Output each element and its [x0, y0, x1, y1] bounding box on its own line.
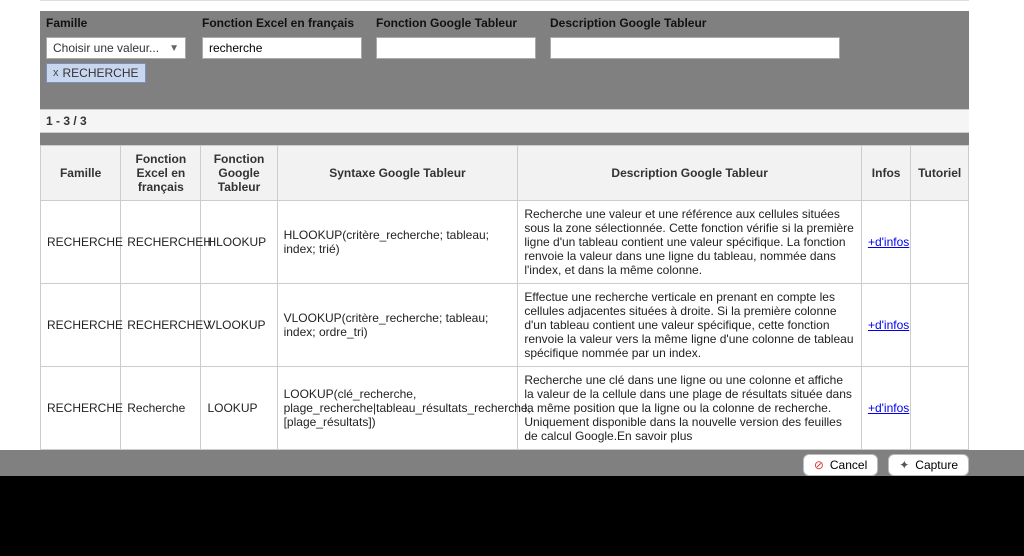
famille-select-value: Choisir une valeur...	[53, 41, 159, 55]
cancel-button[interactable]: ⊘ Cancel	[803, 454, 878, 476]
cell-syntax: LOOKUP(clé_recherche, plage_recherche|ta…	[277, 367, 518, 450]
cell-infos: +d'infos	[861, 284, 910, 367]
cell-syntax: HLOOKUP(critère_recherche; tableau; inde…	[277, 201, 518, 284]
th-tuto[interactable]: Tutoriel	[911, 146, 969, 201]
table-row: RECHERCHERechercheLOOKUPLOOKUP(clé_reche…	[41, 367, 969, 450]
th-desc[interactable]: Description Google Tableur	[518, 146, 862, 201]
cell-famille: RECHERCHE	[41, 367, 121, 450]
cell-google: HLOOKUP	[201, 201, 277, 284]
filter-panel: Famille Choisir une valeur... ▼ Fonction…	[40, 11, 969, 450]
th-google[interactable]: Fonction Google Tableur	[201, 146, 277, 201]
results-table: Famille Fonction Excel en français Fonct…	[40, 145, 969, 450]
filter-label-google: Fonction Google Tableur	[376, 13, 544, 33]
bolt-icon: ✦	[899, 458, 909, 472]
cell-famille: RECHERCHE	[41, 201, 121, 284]
table-row: RECHERCHERECHERCHEVVLOOKUPVLOOKUP(critèr…	[41, 284, 969, 367]
filter-chip-recherche[interactable]: x RECHERCHE	[46, 63, 146, 83]
table-header-row: Famille Fonction Excel en français Fonct…	[41, 146, 969, 201]
cell-google: LOOKUP	[201, 367, 277, 450]
filter-chip-label: RECHERCHE	[63, 66, 139, 80]
cell-desc: Recherche une valeur et une référence au…	[518, 201, 862, 284]
cell-tuto	[911, 284, 969, 367]
filter-label-excel: Fonction Excel en français	[202, 13, 370, 33]
cancel-icon: ⊘	[814, 458, 824, 472]
infos-link[interactable]: +d'infos	[868, 235, 909, 249]
close-icon: x	[53, 67, 59, 79]
th-syntax[interactable]: Syntaxe Google Tableur	[277, 146, 518, 201]
chevron-down-icon: ▼	[169, 43, 179, 54]
top-divider	[40, 0, 969, 1]
cell-desc: Effectue une recherche verticale en pren…	[518, 284, 862, 367]
filter-input-google[interactable]	[376, 37, 536, 59]
bottom-button-bar: ⊘ Cancel ✦ Capture	[0, 450, 1024, 476]
infos-link[interactable]: +d'infos	[868, 401, 909, 415]
cell-excel: RECHERCHEH	[121, 201, 201, 284]
th-famille[interactable]: Famille	[41, 146, 121, 201]
cell-excel: RECHERCHEV	[121, 284, 201, 367]
result-count-bar: 1 - 3 / 3	[40, 109, 969, 133]
cell-infos: +d'infos	[861, 201, 910, 284]
cell-desc: Recherche une clé dans une ligne ou une …	[518, 367, 862, 450]
filter-label-desc: Description Google Tableur	[550, 13, 850, 33]
footer-black-strip	[0, 476, 1024, 556]
filter-input-desc[interactable]	[550, 37, 840, 59]
cell-google: VLOOKUP	[201, 284, 277, 367]
filter-input-excel[interactable]	[202, 37, 362, 59]
th-excel[interactable]: Fonction Excel en français	[121, 146, 201, 201]
table-row: RECHERCHERECHERCHEHHLOOKUPHLOOKUP(critèr…	[41, 201, 969, 284]
cell-tuto	[911, 201, 969, 284]
infos-link[interactable]: +d'infos	[868, 318, 909, 332]
capture-button-label: Capture	[915, 458, 958, 472]
cell-tuto	[911, 367, 969, 450]
cancel-button-label: Cancel	[830, 458, 867, 472]
cell-excel: Recherche	[121, 367, 201, 450]
cell-infos: +d'infos	[861, 367, 910, 450]
filter-label-famille: Famille	[46, 13, 196, 33]
th-infos[interactable]: Infos	[861, 146, 910, 201]
capture-button[interactable]: ✦ Capture	[888, 454, 969, 476]
famille-select[interactable]: Choisir une valeur... ▼	[46, 37, 186, 59]
cell-syntax: VLOOKUP(critère_recherche; tableau; inde…	[277, 284, 518, 367]
cell-famille: RECHERCHE	[41, 284, 121, 367]
